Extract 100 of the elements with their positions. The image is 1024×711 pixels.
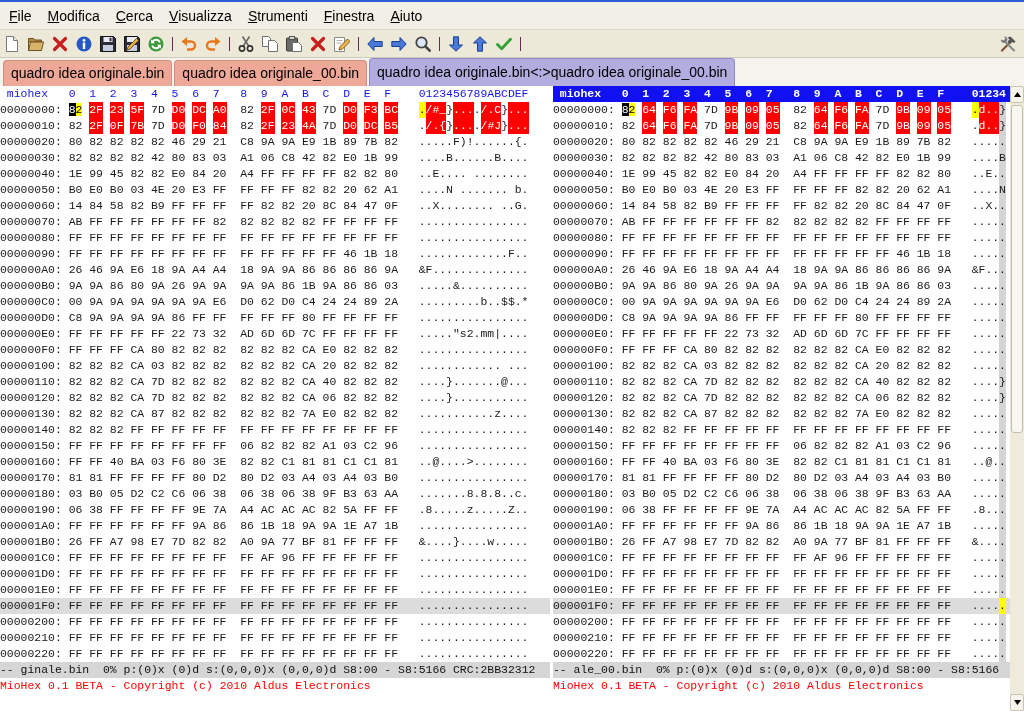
ascii-char: . — [453, 102, 460, 118]
ascii-text: ..... — [971, 630, 1006, 646]
hex-bytes: 06 38 06 38 9F B3 63 AA — [793, 486, 952, 502]
refresh-icon[interactable] — [148, 35, 164, 52]
hex-byte: 23 — [281, 118, 296, 134]
hex-byte: B5 — [384, 118, 399, 134]
left-arrow-icon[interactable] — [367, 35, 383, 52]
tab[interactable]: quadro idea originale.bin<:>quadro idea originale_00.bin — [369, 58, 736, 86]
ascii-text: ................ — [418, 230, 529, 246]
hex-bytes: A4 FF FF FF FF 82 82 80 — [793, 166, 952, 182]
ascii-text: ..... — [971, 214, 1006, 230]
row-offset: 000001A0: — [0, 518, 62, 534]
hex-bytes: 03 B0 05 D2 C2 C6 06 38 — [621, 486, 780, 502]
hex-bytes: 82 82 82 CA 7D 82 82 82 — [621, 390, 780, 406]
tab[interactable]: quadro idea originale_00.bin — [174, 60, 368, 86]
menu-item[interactable]: Cerca — [107, 6, 162, 25]
delete-icon[interactable] — [310, 35, 326, 52]
floppy-pencil-icon[interactable] — [124, 35, 140, 52]
hex-bytes: FF FF FF 82 82 20 62 A1 — [793, 182, 952, 198]
hex-bytes: 18 9A 9A 86 86 86 86 9A — [793, 262, 952, 278]
hex-byte: 82 — [793, 102, 807, 118]
row-offset: 000000F0: — [553, 342, 615, 358]
column-label: 6 — [745, 86, 753, 102]
menu-item[interactable]: Strumenti — [239, 6, 316, 25]
hex-byte: F6 — [834, 118, 849, 134]
row-offset: 00000080: — [0, 230, 62, 246]
tab[interactable]: quadro idea originale.bin — [3, 60, 173, 86]
hex-byte: 05 — [937, 102, 952, 118]
hex-bytes: B0 E0 B0 03 4E 20 E3 FF — [68, 182, 227, 198]
hex-bytes: 18 9A 9A 86 86 86 86 9A — [240, 262, 399, 278]
hex-bytes: 00 9A 9A 9A 9A 9A 9A E6 — [621, 294, 780, 310]
ascii-text: ................ — [418, 582, 529, 598]
hex-byte: D0 — [343, 118, 357, 134]
hex-byte: FA — [683, 118, 698, 134]
ascii-char: } — [999, 102, 1007, 118]
scroll-up-button[interactable] — [1010, 86, 1024, 103]
info-icon[interactable] — [76, 35, 92, 52]
ascii-char: . — [459, 118, 467, 134]
hex-byte: 7D — [875, 118, 890, 134]
hex-byte: 82 — [68, 118, 83, 134]
ascii-char: . — [514, 118, 522, 134]
hex-bytes: 9A 9A 86 80 9A 26 9A 9A — [68, 278, 227, 294]
ascii-text: .....F)!......{. — [418, 134, 529, 150]
scrollbar-thumb[interactable] — [1011, 105, 1023, 433]
hex-byte: 7D — [322, 118, 337, 134]
new-document-icon[interactable] — [4, 35, 20, 52]
column-label: F — [937, 86, 945, 102]
scissors-icon[interactable] — [238, 35, 254, 52]
hex-bytes: 03 B0 05 D2 C2 C6 06 38 — [68, 486, 227, 502]
menu-item[interactable]: Aiuto — [382, 6, 431, 25]
hex-byte: FA — [855, 102, 869, 118]
right-arrow-icon[interactable] — [391, 35, 407, 52]
row-offset: 000000B0: — [553, 278, 615, 294]
down-arrow-icon[interactable] — [448, 35, 464, 52]
hex-byte: 64 — [813, 118, 828, 134]
row-offset: 00000170: — [553, 470, 615, 486]
copy-icon[interactable] — [262, 35, 278, 52]
tools-icon[interactable] — [1000, 35, 1016, 52]
row-offset: 000001E0: — [0, 582, 62, 598]
hex-bytes: FF AF 96 FF FF FF FF FF — [240, 550, 399, 566]
hex-bytes: 06 38 FF FF FF FF 9E 7A — [621, 502, 780, 518]
column-label: 3 — [683, 86, 691, 102]
ascii-text: ..... — [971, 310, 1006, 326]
hex-bytes: 00 9A 9A 9A 9A 9A 9A E6 — [68, 294, 227, 310]
hex-bytes: A0 9A 77 BF 81 FF FF FF — [793, 534, 952, 550]
hex-bytes: 82 82 82 CA 7D 82 82 82 — [621, 374, 780, 390]
hex-byte: A0 — [212, 102, 227, 118]
clipboard-icon[interactable] — [286, 35, 302, 52]
ascii-char: . — [473, 102, 481, 118]
hex-bytes: 82 82 82 CA E0 82 82 82 — [793, 342, 952, 358]
ascii-char: . — [466, 118, 474, 134]
column-label: 6 — [192, 86, 200, 102]
row-offset: 00000000: — [553, 102, 615, 118]
up-arrow-icon[interactable] — [472, 35, 488, 52]
ascii-text: ................ — [418, 438, 529, 454]
search-icon[interactable] — [415, 35, 431, 52]
hex-bytes: FF FF FF FF FF FF FF FF — [240, 598, 399, 614]
ascii-text: ..... — [971, 550, 1006, 566]
hex-bytes: 14 84 58 82 B9 FF FF FF — [621, 198, 780, 214]
menu-item[interactable]: File — [1, 6, 40, 25]
scroll-down-button[interactable] — [1010, 694, 1024, 711]
hex-byte: F6 — [662, 102, 677, 118]
hex-bytes: FF FF FF FF FF FF FF FF — [793, 598, 952, 614]
hex-byte: 82 — [240, 118, 254, 134]
pencil-note-icon[interactable] — [334, 35, 350, 52]
column-label: C — [322, 86, 330, 102]
scrollbar[interactable] — [1010, 86, 1024, 711]
check-icon[interactable] — [496, 35, 512, 52]
hex-bytes: FF FF FF FF FF FF FF FF — [793, 646, 952, 662]
hex-bytes: FF FF FF FF FF 46 1B 18 — [793, 246, 952, 262]
menu-item[interactable]: Finestra — [315, 6, 383, 25]
hex-bytes: 06 38 FF FF FF FF 9E 7A — [68, 502, 227, 518]
folder-icon[interactable] — [28, 35, 44, 52]
hex-bytes: FF FF FF FF FF FF FF FF — [621, 614, 780, 630]
hex-bytes: 82 82 82 FF FF FF FF FF — [621, 422, 780, 438]
hex-byte: F3 — [363, 102, 378, 118]
close-icon[interactable] — [52, 35, 68, 52]
hex-bytes: 86 1B 18 9A 9A 1E A7 1B — [240, 518, 399, 534]
menu-item[interactable]: Visualizza — [161, 6, 240, 25]
menu-item[interactable]: Modifica — [39, 6, 108, 25]
